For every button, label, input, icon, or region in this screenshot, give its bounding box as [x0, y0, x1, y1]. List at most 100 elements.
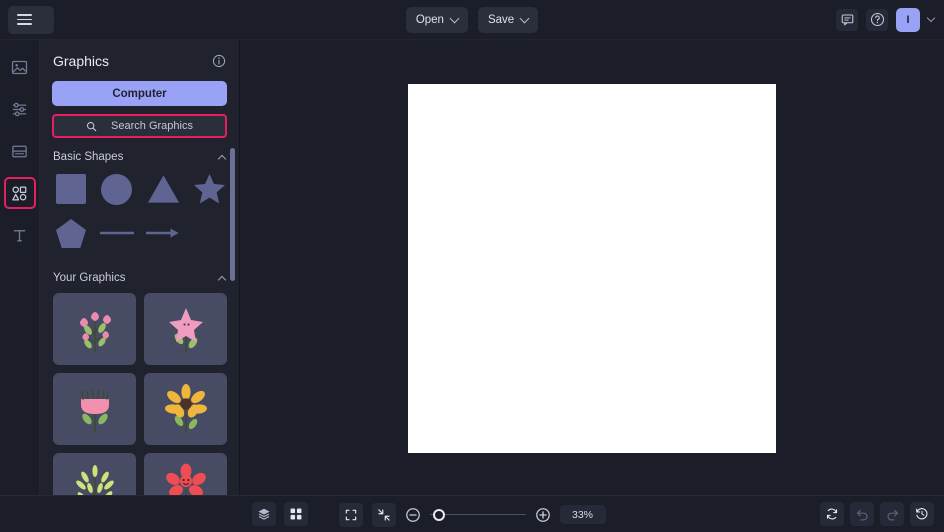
- sliders-icon: [12, 102, 27, 116]
- section-header-basic-shapes[interactable]: Basic Shapes: [40, 138, 239, 164]
- comment-icon: [841, 14, 853, 26]
- image-icon: [11, 60, 28, 74]
- section-header-your-graphics[interactable]: Your Graphics: [40, 259, 239, 285]
- history-button[interactable]: [910, 502, 934, 526]
- canvas-area[interactable]: [240, 40, 944, 495]
- chevron-up-icon: [217, 154, 227, 164]
- text-t-icon: [13, 229, 26, 241]
- rail-item-text[interactable]: [4, 219, 36, 251]
- shape-arrow[interactable]: [146, 215, 181, 251]
- shape-triangle[interactable]: [146, 171, 181, 207]
- shape-circle[interactable]: [99, 171, 134, 207]
- rail-item-images[interactable]: [4, 51, 36, 83]
- shape-line[interactable]: [99, 215, 134, 251]
- info-circle-icon[interactable]: [212, 54, 226, 68]
- app-root: Open Save I Graphics Computer Search Gra…: [0, 0, 944, 532]
- grid-button[interactable]: [284, 502, 308, 526]
- rail-item-layout[interactable]: [4, 135, 36, 167]
- fit-to-screen-icon: [345, 509, 356, 520]
- help-circle-icon: [870, 12, 884, 27]
- star-glyph: [193, 173, 225, 204]
- top-bar-center-group: Open Save: [0, 0, 944, 40]
- circle-glyph: [101, 173, 133, 205]
- square-glyph: [55, 174, 86, 204]
- zoom-slider[interactable]: [429, 508, 526, 522]
- chevron-up-icon: [217, 275, 227, 285]
- search-input-placeholder-text: Search Graphics: [111, 120, 193, 132]
- help-button[interactable]: [866, 8, 888, 31]
- shrink-to-fit-icon: [377, 508, 390, 521]
- top-bar-right-group: I: [836, 7, 944, 32]
- bottom-bar-left-group: [0, 502, 308, 526]
- main-body: Graphics Computer Search Graphics Basic …: [0, 40, 944, 495]
- layers-button[interactable]: [252, 502, 276, 526]
- frame-icon: [12, 145, 27, 157]
- zoom-level-field[interactable]: 33%: [559, 505, 606, 524]
- open-button[interactable]: Open: [405, 7, 468, 33]
- undo-button[interactable]: [850, 502, 874, 526]
- save-button-label: Save: [487, 14, 515, 26]
- redo-icon: [886, 509, 898, 520]
- hamburger-menu-icon: [17, 14, 32, 25]
- shape-star[interactable]: [192, 171, 227, 207]
- pink-star-flower-icon: [168, 308, 203, 353]
- shapes-icon: [12, 185, 27, 200]
- graphic-item-red-flower[interactable]: [144, 453, 227, 495]
- redo-button[interactable]: [880, 502, 904, 526]
- shape-square[interactable]: [53, 171, 88, 207]
- graphic-item-pink-star-flower[interactable]: [144, 293, 227, 365]
- graphic-item-pink-bell-flowers-sprig[interactable]: [53, 293, 136, 365]
- shape-pentagon[interactable]: [53, 215, 88, 251]
- bottom-bar: 33%: [0, 495, 944, 532]
- undo-icon: [856, 509, 868, 520]
- pentagon-glyph: [55, 218, 86, 248]
- left-rail: [0, 40, 40, 495]
- pink-tulip-flower-icon: [80, 389, 109, 433]
- fit-to-screen-button[interactable]: [338, 502, 363, 527]
- triangle-glyph: [147, 175, 179, 203]
- basic-shapes-row-1: [53, 171, 227, 207]
- yellow-daisy-flower-icon: [164, 384, 207, 433]
- section-title-basic-shapes: Basic Shapes: [53, 151, 124, 163]
- avatar-initial: I: [906, 13, 910, 26]
- chevron-down-icon: [449, 13, 460, 23]
- account-chevron-down-icon[interactable]: [926, 13, 936, 22]
- search-input[interactable]: Search Graphics: [52, 114, 227, 138]
- computer-button[interactable]: Computer: [52, 81, 227, 106]
- shrink-to-fit-button[interactable]: [371, 502, 396, 527]
- graphic-item-pink-tulip-flower[interactable]: [53, 373, 136, 445]
- layers-icon: [258, 508, 270, 520]
- rail-item-graphics[interactable]: [3, 177, 36, 209]
- comment-button[interactable]: [836, 8, 858, 31]
- reset-button[interactable]: [820, 502, 844, 526]
- basic-shapes-row-2: [53, 215, 227, 251]
- page-title: Graphics: [53, 53, 110, 69]
- line-glyph: [99, 231, 134, 235]
- graphic-item-yellow-daisy-flower[interactable]: [144, 373, 227, 445]
- chevron-down-icon: [519, 13, 530, 23]
- graphics-panel: Graphics Computer Search Graphics Basic …: [40, 40, 240, 495]
- zoom-out-button[interactable]: [405, 507, 421, 523]
- zoom-in-button[interactable]: [535, 507, 551, 523]
- rail-item-adjustments[interactable]: [4, 93, 36, 125]
- pink-bell-flowers-sprig-icon: [79, 312, 111, 352]
- bottom-bar-right-group: [820, 502, 944, 526]
- panel-header: Graphics: [40, 40, 239, 69]
- avatar[interactable]: I: [896, 7, 920, 32]
- arrow-glyph: [146, 228, 179, 238]
- app-menu-button[interactable]: [8, 5, 54, 34]
- graphic-item-green-leaf-branch[interactable]: [53, 453, 136, 495]
- your-graphics-grid: [40, 284, 239, 495]
- canvas-page[interactable]: [408, 84, 776, 453]
- panel-scrollbar[interactable]: [230, 148, 235, 281]
- search-wrapper: Search Graphics: [52, 114, 227, 138]
- section-title-your-graphics: Your Graphics: [53, 272, 126, 284]
- top-bar: Open Save I: [0, 0, 944, 40]
- save-button[interactable]: Save: [477, 7, 539, 33]
- open-button-label: Open: [415, 14, 444, 26]
- green-leaf-branch-icon: [75, 465, 114, 495]
- reset-icon: [826, 508, 838, 520]
- zoom-slider-thumb[interactable]: [432, 508, 445, 521]
- red-flower-icon: [165, 463, 206, 495]
- search-icon: [87, 121, 97, 131]
